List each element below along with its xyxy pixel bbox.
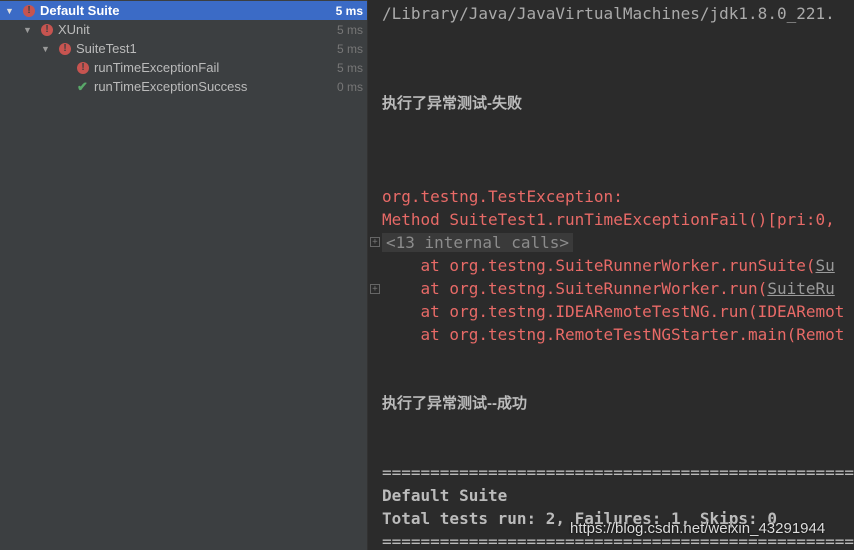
internal-calls-fold[interactable]: <13 internal calls>: [382, 233, 574, 252]
tree-item-time: 5 ms: [335, 3, 363, 18]
tree-item-label: Default Suite: [40, 3, 120, 18]
tree-item-default-suite[interactable]: ▼ ! Default Suite 5 ms: [0, 1, 367, 20]
tree-item-label: runTimeExceptionSuccess: [94, 79, 248, 94]
stack-trace-line: at org.testng.RemoteTestNGStarter.main(R…: [382, 325, 845, 344]
tree-item-time: 5 ms: [336, 41, 363, 56]
error-icon: !: [41, 23, 53, 36]
source-link[interactable]: SuiteRu: [767, 279, 834, 298]
source-link[interactable]: Su: [815, 256, 834, 275]
console-output[interactable]: /Library/Java/JavaVirtualMachines/jdk1.8…: [368, 0, 854, 550]
tree-item-label: runTimeExceptionFail: [94, 60, 220, 75]
chevron-down-icon[interactable]: ▼: [5, 6, 14, 16]
tree-item-time: 0 ms: [336, 79, 363, 94]
tree-item-runtimeexceptionsuccess[interactable]: ✔ runTimeExceptionSuccess 0 ms: [0, 77, 367, 96]
exception-line: org.testng.TestException:: [382, 187, 623, 206]
tree-item-label: XUnit: [58, 22, 90, 37]
tree-item-time: 5 ms: [336, 22, 363, 37]
stack-trace-line: at org.testng.SuiteRunnerWorker.run(Suit…: [382, 277, 835, 300]
success-message-line: 执行了异常测试--成功: [382, 395, 527, 412]
chevron-down-icon[interactable]: ▼: [41, 44, 50, 54]
error-icon: !: [59, 42, 71, 55]
test-tree: ▼ ! Default Suite 5 ms ▼ ! XUnit 5 ms ▼ …: [0, 0, 368, 550]
expand-icon[interactable]: +: [370, 237, 380, 247]
tree-item-xunit[interactable]: ▼ ! XUnit 5 ms: [0, 20, 367, 39]
error-icon: !: [23, 4, 35, 17]
tree-item-runtimeexceptionfail[interactable]: ! runTimeExceptionFail 5 ms: [0, 58, 367, 77]
java-path-line: /Library/Java/JavaVirtualMachines/jdk1.8…: [382, 4, 835, 23]
error-icon: !: [77, 61, 89, 74]
tree-item-label: SuiteTest1: [76, 41, 137, 56]
stack-trace-line: at org.testng.IDEARemoteTestNG.run(IDEAR…: [382, 302, 845, 321]
suite-name-line: Default Suite: [382, 486, 508, 505]
stack-text: at org.testng.SuiteRunnerWorker.runSuite…: [382, 256, 816, 275]
tree-item-time: 5 ms: [336, 60, 363, 75]
check-icon: ✔: [77, 78, 88, 94]
chevron-down-icon[interactable]: ▼: [23, 25, 32, 35]
stack-text: at org.testng.SuiteRunnerWorker.run(: [382, 279, 768, 298]
expand-icon[interactable]: +: [370, 284, 380, 294]
exception-method-line: Method SuiteTest1.runTimeExceptionFail()…: [382, 210, 835, 229]
internal-calls-line[interactable]: <13 internal calls>: [382, 231, 574, 254]
watermark: https://blog.csdn.net/weixin_43291944: [570, 520, 826, 537]
fail-message-line: 执行了异常测试-失败: [382, 95, 522, 112]
separator-line: ========================================…: [382, 463, 854, 482]
stack-trace-line: at org.testng.SuiteRunnerWorker.runSuite…: [382, 254, 835, 277]
tree-item-suitetest1[interactable]: ▼ ! SuiteTest1 5 ms: [0, 39, 367, 58]
